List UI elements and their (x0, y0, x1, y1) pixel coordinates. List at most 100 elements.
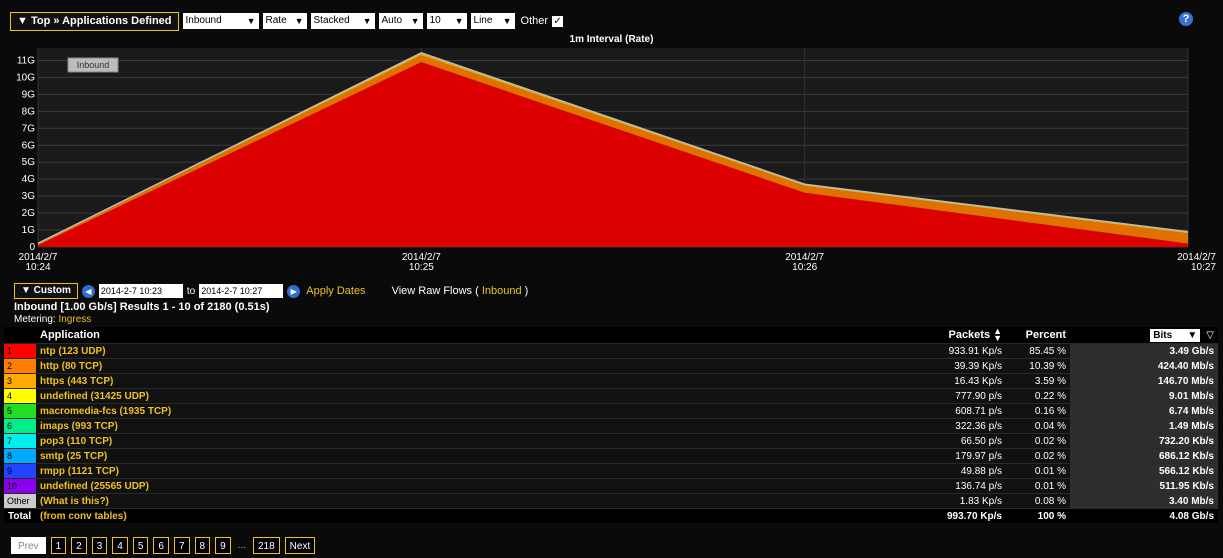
application-link[interactable]: ntp (123 UDP) (36, 343, 916, 359)
chevron-down-icon: ▼ (294, 16, 304, 26)
view-raw-flows[interactable]: View Raw Flows ( Inbound ) (392, 285, 529, 297)
percent-cell: 85.45 % (1006, 343, 1070, 359)
custom-range-button[interactable]: ▼ Custom (14, 283, 78, 299)
date-range-bar: ▼ Custom ◀ 2014-2-7 10:23 to 2014-2-7 10… (14, 282, 528, 300)
legend-label: Inbound (77, 60, 110, 70)
application-link[interactable]: pop3 (110 TCP) (36, 433, 916, 449)
rank-color-cell: 3 (4, 373, 36, 389)
percent-cell: 3.59 % (1006, 373, 1070, 389)
stack-mode-select[interactable]: Stacked ▼ (310, 13, 375, 29)
application-link[interactable]: http (80 TCP) (36, 358, 916, 374)
interval-select[interactable]: Auto ▼ (378, 13, 423, 29)
application-link[interactable]: imaps (993 TCP) (36, 418, 916, 434)
table-row[interactable]: 4 undefined (31425 UDP) 777.90 p/s 0.22 % 9.… (4, 388, 1218, 404)
other-label: Other (520, 15, 549, 27)
metric-select[interactable]: Rate ▼ (262, 13, 307, 29)
bits-cell: 146.70 Mb/s (1070, 373, 1218, 389)
sort-icon[interactable]: ▲ ▼ (993, 327, 1002, 343)
table-row[interactable]: 6 imaps (993 TCP) 322.36 p/s 0.04 % 1.49 Mb/… (4, 418, 1218, 434)
units-select[interactable]: Bits ▼ (1150, 328, 1201, 342)
packets-cell: 179.97 p/s (916, 448, 1006, 464)
pager-ellipsis: ... (237, 540, 246, 551)
other-checkbox[interactable]: ✓ (552, 15, 564, 27)
application-link[interactable]: undefined (31425 UDP) (36, 388, 916, 404)
table-row[interactable]: 1 ntp (123 UDP) 933.91 Kp/s 85.45 % 3.49 Gb/… (4, 343, 1218, 359)
table-row[interactable]: 9 rmpp (1121 TCP) 49.88 p/s 0.01 % 566.12 Kb… (4, 463, 1218, 479)
end-date-input[interactable]: 2014-2-7 10:27 (199, 284, 284, 298)
rank-color-cell: 7 (4, 433, 36, 449)
percent-cell: 10.39 % (1006, 358, 1070, 374)
y-tick-label: 4G (22, 174, 36, 185)
y-tick-label: 8G (22, 106, 36, 117)
metering-value-link[interactable]: Ingress (58, 314, 91, 325)
table-header-row: Application Packets ▲ ▼ Percent Bits ▼ ▽ (4, 327, 1218, 344)
y-tick-label: 1G (22, 225, 36, 236)
prev-period-icon[interactable]: ◀ (81, 284, 95, 298)
packets-header[interactable]: Packets ▲ ▼ (916, 327, 1006, 344)
application-link[interactable]: undefined (25565 UDP) (36, 478, 916, 494)
y-tick-label: 5G (22, 157, 36, 168)
page-button[interactable]: 4 (112, 537, 128, 554)
table-row[interactable]: 7 pop3 (110 TCP) 66.50 p/s 0.02 % 732.20 Kb/… (4, 433, 1218, 449)
rank-header (4, 327, 36, 344)
next-period-icon[interactable]: ▶ (287, 284, 301, 298)
page-button[interactable]: 3 (91, 537, 108, 554)
page-button[interactable]: 5 (132, 537, 149, 554)
percent-cell: 0.22 % (1006, 388, 1070, 404)
start-date-input[interactable]: 2014-2-7 10:23 (98, 284, 183, 298)
table-row[interactable]: 3 https (443 TCP) 16.43 Kp/s 3.59 % 146.70 M… (4, 373, 1218, 389)
pagination: Prev 1 2 3 4 5 6 7 8 9... 218 Next (11, 536, 316, 555)
direction-select[interactable]: Inbound ▼ (182, 13, 259, 29)
application-link[interactable]: (What is this?) (36, 493, 916, 509)
table-row[interactable]: Other (What is this?) 1.83 Kp/s 0.08 % 3.40 … (4, 493, 1218, 509)
rank-color-cell: 10 (4, 478, 36, 494)
to-label: to (186, 285, 196, 297)
table-row[interactable]: 5 macromedia-fcs (1935 TCP) 608.71 p/s 0.16… (4, 403, 1218, 419)
collapse-icon[interactable]: ▽ (1206, 330, 1214, 341)
rank-color-cell: Other (4, 493, 36, 509)
chart-type-select[interactable]: Line ▼ (470, 13, 515, 29)
percent-header[interactable]: Percent (1006, 327, 1070, 344)
next-page-button[interactable]: Next (284, 537, 316, 554)
application-link[interactable]: smtp (25 TCP) (36, 448, 916, 464)
percent-cell: 0.08 % (1006, 493, 1070, 509)
application-header[interactable]: Application (36, 327, 916, 344)
table-row[interactable]: 10 undefined (25565 UDP) 136.74 p/s 0.01 % 5… (4, 478, 1218, 494)
total-label: Total (4, 508, 36, 523)
table-row[interactable]: 2 http (80 TCP) 39.39 Kp/s 10.39 % 424.40 Mb… (4, 358, 1218, 374)
rank-color-cell: 5 (4, 403, 36, 419)
application-link[interactable]: macromedia-fcs (1935 TCP) (36, 403, 916, 419)
bits-cell: 732.20 Kb/s (1070, 433, 1218, 449)
apply-dates-link[interactable]: Apply Dates (306, 285, 365, 297)
bits-cell: 566.12 Kb/s (1070, 463, 1218, 479)
page-button[interactable]: 9 (215, 537, 231, 554)
application-link[interactable]: rmpp (1121 TCP) (36, 463, 916, 479)
page-button[interactable]: 2 (71, 537, 87, 554)
help-icon[interactable]: ? (1179, 12, 1193, 26)
prev-page-button[interactable]: Prev (11, 537, 46, 554)
bits-cell: 3.40 Mb/s (1070, 493, 1218, 509)
total-percent: 100 % (1006, 508, 1070, 523)
application-link[interactable]: https (443 TCP) (36, 373, 916, 389)
top-n-select[interactable]: 10 ▼ (426, 13, 467, 29)
total-source: (from conv tables) (36, 508, 916, 523)
percent-cell: 0.01 % (1006, 478, 1070, 494)
rank-color-cell: 4 (4, 388, 36, 404)
raw-flows-inbound-link[interactable]: Inbound (482, 285, 522, 297)
page-button[interactable]: 1 (50, 537, 67, 554)
table-row[interactable]: 8 smtp (25 TCP) 179.97 p/s 0.02 % 686.12 Kb/… (4, 448, 1218, 464)
packets-cell: 933.91 Kp/s (916, 343, 1006, 359)
top-applications-button[interactable]: ▼ Top » Applications Defined (10, 11, 179, 31)
page-button[interactable]: 7 (173, 537, 190, 554)
percent-cell: 0.02 % (1006, 433, 1070, 449)
rank-color-cell: 9 (4, 463, 36, 479)
packets-cell: 136.74 p/s (916, 478, 1006, 494)
page-button[interactable]: 8 (194, 537, 211, 554)
bits-cell: 9.01 Mb/s (1070, 388, 1218, 404)
total-row: Total (from conv tables) 993.70 Kp/s 100 % 4… (4, 508, 1218, 523)
y-tick-label: 10G (16, 72, 35, 83)
metering-info: Metering: Ingress (14, 314, 92, 325)
traffic-area-chart: 01G2G3G4G5G6G7G8G9G10G11G2014/2/710:2420… (16, 48, 1216, 273)
page-button[interactable]: 6 (153, 537, 169, 554)
last-page-button[interactable]: 218 (252, 537, 280, 554)
